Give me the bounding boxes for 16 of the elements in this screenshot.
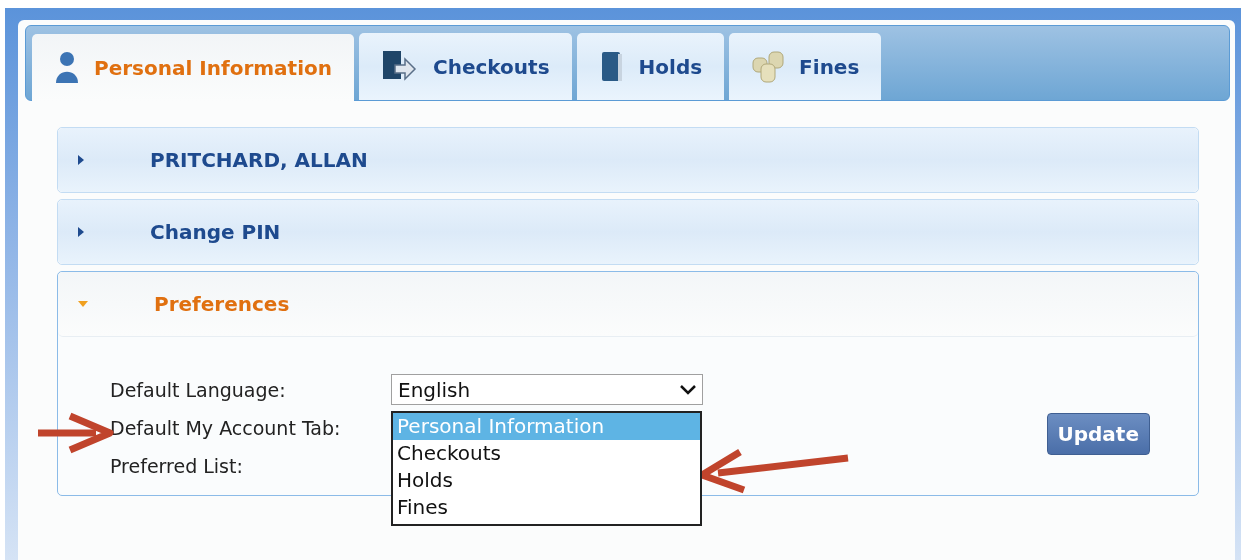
tab[interactable]: Checkouts bbox=[359, 33, 572, 100]
tab[interactable]: Holds bbox=[576, 33, 725, 100]
caret-right-icon bbox=[78, 155, 84, 165]
caret-down-icon bbox=[78, 301, 88, 307]
field-label: Preferred List: bbox=[110, 455, 244, 477]
caret-right-icon bbox=[78, 227, 84, 237]
coins-icon bbox=[751, 49, 786, 84]
language-select[interactable]: English bbox=[391, 374, 703, 405]
person-icon bbox=[54, 49, 80, 86]
tab[interactable]: Fines bbox=[729, 33, 882, 100]
field-label: Default Language: bbox=[110, 379, 287, 401]
accordion-header[interactable]: PRITCHARD, ALLAN bbox=[58, 128, 1198, 192]
update-button[interactable]: Update bbox=[1046, 413, 1150, 455]
field-label: Default My Account Tab: bbox=[110, 417, 342, 439]
chevron-down-icon bbox=[680, 384, 696, 395]
accordion-header[interactable]: Change PIN bbox=[58, 200, 1198, 264]
